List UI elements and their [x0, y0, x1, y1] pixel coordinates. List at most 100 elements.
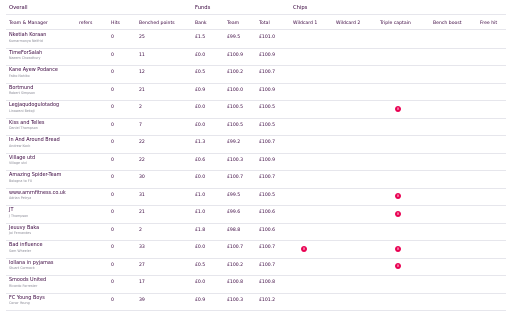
team-value-cell: £100.5	[227, 122, 244, 128]
row-divider	[6, 310, 506, 311]
bank-cell: £1.0	[195, 192, 206, 198]
table-row[interactable]: FC Young Boys Conor Young 0 39 £0.9 £100.3 £10…	[0, 294, 512, 311]
team-value-cell: £99.2	[227, 140, 241, 145]
header-bench-boost[interactable]: Bench boost	[433, 21, 462, 26]
header-total[interactable]: Total	[259, 21, 270, 26]
team-name-link[interactable]: Jeuuvy Baka	[9, 225, 39, 231]
header-team-value[interactable]: Team	[227, 21, 239, 26]
table-row[interactable]: Amazing Spider-Team Bologna to FU 0 30 £0.0 £…	[0, 171, 512, 189]
total-cell: £100.7	[259, 245, 276, 250]
total-cell: £100.5	[259, 192, 276, 198]
team-name-link[interactable]: Bad influence	[9, 242, 42, 248]
manager-name: Bologna to FU	[9, 178, 33, 183]
team-name-link[interactable]: Bortmund	[9, 85, 33, 91]
bank-cell: £1.8	[195, 227, 206, 233]
chip-used-triple-captain-icon: ×	[395, 210, 401, 217]
team-name-link[interactable]: Kiss and Telles	[9, 120, 44, 126]
benched-points-cell: 17	[139, 280, 145, 285]
table-row[interactable]: Legjaqudogulotadog Linawani Bekoji 0 2 £0.0 £…	[0, 101, 512, 119]
team-name-link[interactable]: Village utd	[9, 155, 35, 161]
team-value-cell: £100.3	[227, 157, 244, 163]
manager-name: Joi Fernandes	[9, 231, 32, 235]
hits-cell: 0	[111, 227, 114, 233]
team-value-cell: £100.2	[227, 70, 244, 75]
hits-cell: 0	[111, 157, 114, 163]
hits-cell: 0	[111, 122, 114, 128]
team-name-link[interactable]: lollana in pyjamas	[9, 260, 53, 266]
team-name-link[interactable]: Kane Ayew Podance	[9, 67, 58, 73]
team-value-cell: £99.6	[227, 210, 241, 215]
bank-cell: £1.0	[195, 210, 206, 215]
bank-cell: £1.5	[195, 35, 206, 40]
bank-cell: £0.6	[195, 157, 206, 163]
benched-points-cell: 21	[139, 87, 145, 93]
table-row[interactable]: Bad influence Sam Wheeler 0 33 £0.0 £100.7 £10…	[0, 241, 512, 259]
league-table: Overall Funds Chips Team & Manager refer…	[0, 0, 512, 320]
table-row[interactable]: TimeForSalah Naeem Chowdhury 0 11 £0.0 £100.9…	[0, 49, 512, 66]
total-cell: £100.8	[259, 280, 276, 285]
bank-cell: £0.5	[195, 70, 206, 75]
group-funds: Funds	[195, 5, 211, 11]
table-row[interactable]: Kiss and Telles Daniel Thompson 0 7 £0.0 £100…	[0, 119, 512, 136]
header-wildcard-2[interactable]: Wildcard 2	[336, 21, 360, 26]
manager-name: Stuart Cormack	[9, 266, 35, 270]
hits-cell: 0	[111, 245, 114, 250]
table-row[interactable]: Smoods United Ricardo Forrester 0 17 £0.0 £10…	[0, 276, 512, 294]
manager-name: Village utd	[9, 161, 27, 165]
group-chips: Chips	[293, 5, 308, 11]
benched-points-cell: 22	[139, 157, 145, 163]
bank-cell: £0.0	[195, 122, 206, 128]
team-name-link[interactable]: Smoods United	[9, 277, 46, 283]
table-row[interactable]: Nketiah Koraan Kumarmonya Nelfrid 0 25 £1.5 £…	[0, 31, 512, 49]
total-cell: £100.6	[259, 227, 276, 233]
team-name-link[interactable]: Nketiah Koraan	[9, 32, 46, 38]
benched-points-cell: 22	[139, 140, 145, 145]
table-row[interactable]: Kane Ayew Podance Faiko Nahiko 0 12 £0.5 £100…	[0, 66, 512, 84]
total-cell: £100.5	[259, 122, 276, 128]
header-triple-captain[interactable]: Triple captain	[380, 21, 411, 26]
total-cell: £101.2	[259, 297, 276, 303]
team-name-link[interactable]: TimeForSalah	[9, 50, 42, 56]
table-row[interactable]: Bortmund Robert Simpson 0 21 £0.9 £100.0 £100.…	[0, 84, 512, 101]
bank-cell: £0.0	[195, 280, 206, 285]
bank-cell: £1.3	[195, 140, 206, 145]
header-team-manager[interactable]: Team & Manager	[9, 21, 48, 26]
table-row[interactable]: In And Around Bread Andrew Kock 0 22 £1.3 £99…	[0, 136, 512, 154]
team-value-cell: £100.3	[227, 297, 244, 303]
table-row[interactable]: Village utd Village utd 0 22 £0.6 £100.3 £100.…	[0, 154, 512, 171]
chip-used-wildcard1-icon: ×	[301, 245, 307, 252]
team-name-link[interactable]: Legjaqudogulotadog	[9, 102, 59, 108]
team-name-link[interactable]: In And Around Bread	[9, 137, 60, 143]
team-name-link[interactable]: JT	[9, 207, 13, 213]
header-benched-points[interactable]: Benched points	[139, 21, 175, 26]
bank-cell: £0.0	[195, 175, 206, 180]
team-value-cell: £98.8	[227, 227, 241, 233]
table-row[interactable]: Jeuuvy Baka Joi Fernandes 0 2 £1.8 £98.8 £100.…	[0, 224, 512, 241]
table-row[interactable]: JT J Thompson 0 21 £1.0 £99.6 £100.6 ×	[0, 206, 512, 224]
header-free-hit[interactable]: Free hit	[480, 21, 497, 26]
header-hits[interactable]: Hits	[111, 21, 120, 26]
hits-cell: 0	[111, 192, 114, 198]
team-value-cell: £100.0	[227, 87, 244, 93]
hits-cell: 0	[111, 175, 114, 180]
team-name-link[interactable]: FC Young Boys	[9, 295, 45, 301]
team-name-link[interactable]: www.amrnfitness.co.uk	[9, 190, 66, 196]
manager-name: Faiko Nahiko	[9, 73, 30, 78]
team-value-cell: £100.8	[227, 280, 244, 285]
manager-name: Ricardo Forrester	[9, 283, 38, 288]
header-wildcard-1[interactable]: Wildcard 1	[293, 21, 317, 26]
benched-points-cell: 11	[139, 52, 145, 58]
total-cell: £100.5	[259, 105, 276, 110]
header-refers[interactable]: refers	[79, 21, 92, 26]
hits-cell: 0	[111, 105, 114, 110]
table-row[interactable]: www.amrnfitness.co.uk Adrian Petrya 0 31 £1.…	[0, 189, 512, 206]
benched-points-cell: 2	[139, 227, 142, 233]
table-row[interactable]: lollana in pyjamas Stuart Cormack 0 27 £0.5 £…	[0, 259, 512, 276]
benched-points-cell: 21	[139, 210, 145, 215]
chip-used-triple-captain-icon: ×	[395, 245, 401, 252]
total-cell: £100.9	[259, 52, 276, 58]
manager-name: J Thompson	[9, 213, 29, 218]
manager-name: Conor Young	[9, 301, 30, 305]
team-name-link[interactable]: Amazing Spider-Team	[9, 172, 61, 178]
header-bank[interactable]: Bank	[195, 21, 207, 26]
